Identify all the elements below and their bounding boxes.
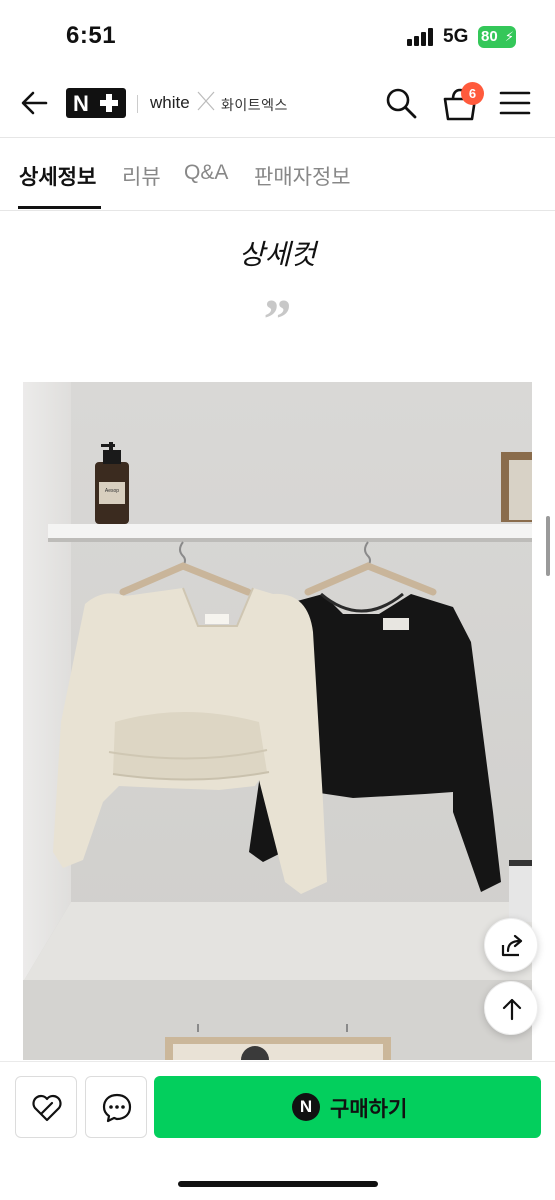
- page-scrollbar[interactable]: [546, 516, 550, 576]
- tab-review[interactable]: 리뷰: [122, 161, 161, 191]
- chat-button[interactable]: [85, 1076, 147, 1138]
- logo-n: N: [73, 91, 89, 116]
- brand-name-en[interactable]: white: [150, 93, 190, 113]
- search-icon[interactable]: [384, 86, 418, 120]
- scroll-top-button[interactable]: [484, 981, 538, 1035]
- back-arrow-icon[interactable]: [18, 86, 52, 120]
- status-time: 6:51: [66, 22, 117, 49]
- battery-level: 80: [481, 28, 498, 45]
- bottle-label: Aesop: [105, 488, 119, 494]
- arrow-up-icon: [502, 998, 522, 1021]
- section-title: 상세컷: [238, 238, 317, 271]
- tab-qna[interactable]: Q&A: [184, 161, 228, 185]
- signal-icon: [407, 28, 435, 46]
- tab-seller-info[interactable]: 판매자정보: [254, 161, 351, 191]
- tab-detail[interactable]: 상세정보: [19, 161, 96, 191]
- share-icon: [501, 934, 523, 957]
- home-indicator: [178, 1181, 378, 1187]
- buy-button[interactable]: N 구매하기: [154, 1076, 541, 1138]
- status-bar: 6:51 5G 80 ⚡: [0, 0, 555, 70]
- network-type: 5G: [443, 26, 469, 47]
- cart-count-badge: 6: [461, 82, 484, 105]
- naver-pay-icon: N: [292, 1093, 320, 1121]
- quote-mark: ”: [263, 289, 292, 351]
- wishlist-button[interactable]: [15, 1076, 77, 1138]
- bottom-action-bar: N 구매하기: [0, 1061, 555, 1200]
- product-photo: Aesop: [23, 382, 532, 1060]
- chat-bubble-icon: [102, 1093, 132, 1123]
- hamburger-menu-icon[interactable]: [498, 88, 532, 118]
- header-divider: [137, 95, 138, 113]
- heart-icon: [32, 1094, 62, 1122]
- buy-button-label: 구매하기: [330, 1098, 408, 1121]
- charging-icon: ⚡: [504, 29, 514, 44]
- collab-x-icon: [196, 90, 216, 112]
- brand-name-ko[interactable]: 화이트엑스: [221, 95, 288, 115]
- share-button[interactable]: [484, 918, 538, 972]
- battery-icon: 80 ⚡: [478, 26, 516, 48]
- active-tab-indicator: [18, 206, 101, 209]
- naver-plus-logo[interactable]: N: [66, 88, 126, 118]
- product-tabs: 상세정보 리뷰 Q&A 판매자정보: [0, 139, 555, 211]
